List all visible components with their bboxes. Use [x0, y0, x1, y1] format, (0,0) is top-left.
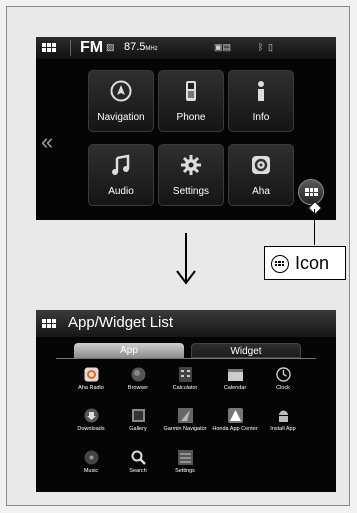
tile-label: Audio [108, 186, 134, 197]
app-label: Install App [270, 426, 296, 432]
app-label: Settings [175, 468, 195, 474]
page-indicator [166, 214, 216, 220]
app-calculator[interactable]: Calculator [160, 367, 210, 409]
app-settings[interactable]: Settings [160, 450, 210, 492]
tile-label: Aha [252, 186, 270, 197]
frequency-readout: 87.5MHz [124, 41, 158, 53]
gear-icon [181, 155, 201, 175]
divider [70, 40, 71, 56]
tile-phone[interactable]: Phone [158, 70, 224, 132]
callout-label: Icon [295, 253, 330, 273]
calendar-icon [228, 369, 243, 381]
tile-aha[interactable]: Aha [228, 144, 294, 206]
bluetooth-icon: ᛒ [258, 42, 264, 52]
tile-info[interactable]: Info [228, 70, 294, 132]
status-bar: FM ▨ 87.5MHz ▣▤ ᛒ ▯ [36, 37, 336, 59]
apps-grid-icon [305, 188, 318, 196]
calculator-icon [179, 367, 192, 382]
icon-callout: Icon [264, 246, 346, 280]
radio-signal-icon: ▨ [106, 42, 115, 52]
frequency-unit: MHz [145, 46, 158, 52]
tile-audio[interactable]: Audio [88, 144, 154, 206]
tile-settings[interactable]: Settings [158, 144, 224, 206]
apps-grid-icon [271, 255, 289, 273]
info-icon [258, 81, 264, 101]
music-disc-icon [84, 450, 99, 465]
app-garmin-navigator[interactable]: Garmin Navigator [160, 408, 210, 450]
home-screen: FM ▨ 87.5MHz ▣▤ ᛒ ▯ « Navigation Phone I… [36, 37, 336, 220]
callout-line [314, 209, 315, 245]
status-indicator-icon: ▣▤ [214, 42, 232, 52]
settings-icon [178, 450, 193, 465]
app-label: Clock [276, 385, 290, 391]
tab-underline [56, 358, 316, 359]
frequency-value: 87.5 [124, 41, 146, 53]
music-note-icon [112, 154, 130, 175]
tile-label: Navigation [97, 112, 145, 123]
download-icon [84, 408, 99, 423]
tab-widget[interactable]: Widget [191, 343, 301, 358]
aha-radio-icon [84, 367, 99, 382]
tab-bar: App Widget [74, 343, 304, 358]
tile-label: Info [252, 112, 270, 123]
list-header: App/Widget List [36, 310, 336, 337]
navigation-icon [110, 80, 132, 102]
battery-icon: ▯ [268, 42, 273, 52]
page-left-arrow-icon[interactable]: « [41, 129, 53, 155]
menu-grid-icon[interactable] [42, 43, 56, 52]
aha-icon [252, 156, 270, 174]
garmin-icon [178, 408, 193, 423]
gallery-icon [132, 409, 145, 422]
audio-band: FM [80, 39, 104, 56]
app-widget-list-screen: App/Widget List App Widget Aha Radio Bro… [36, 310, 336, 492]
app-install-app[interactable]: Install App [258, 408, 308, 450]
menu-grid-icon[interactable] [42, 319, 56, 328]
tab-app[interactable]: App [74, 343, 184, 358]
manual-figure-frame: FM ▨ 87.5MHz ▣▤ ᛒ ▯ « Navigation Phone I… [6, 6, 350, 506]
page-title: App/Widget List [68, 314, 174, 331]
android-icon [279, 410, 288, 422]
app-clock[interactable]: Clock [258, 367, 308, 409]
tile-label: Phone [176, 112, 206, 123]
down-arrow-icon [176, 233, 196, 285]
search-icon [131, 450, 146, 465]
clock-icon [276, 367, 291, 382]
tile-label: Settings [172, 186, 210, 197]
apps-grid-button[interactable] [298, 179, 324, 205]
phone-icon [186, 81, 196, 101]
globe-icon [131, 367, 146, 382]
honda-app-center-icon [228, 408, 243, 423]
tile-navigation[interactable]: Navigation [88, 70, 154, 132]
